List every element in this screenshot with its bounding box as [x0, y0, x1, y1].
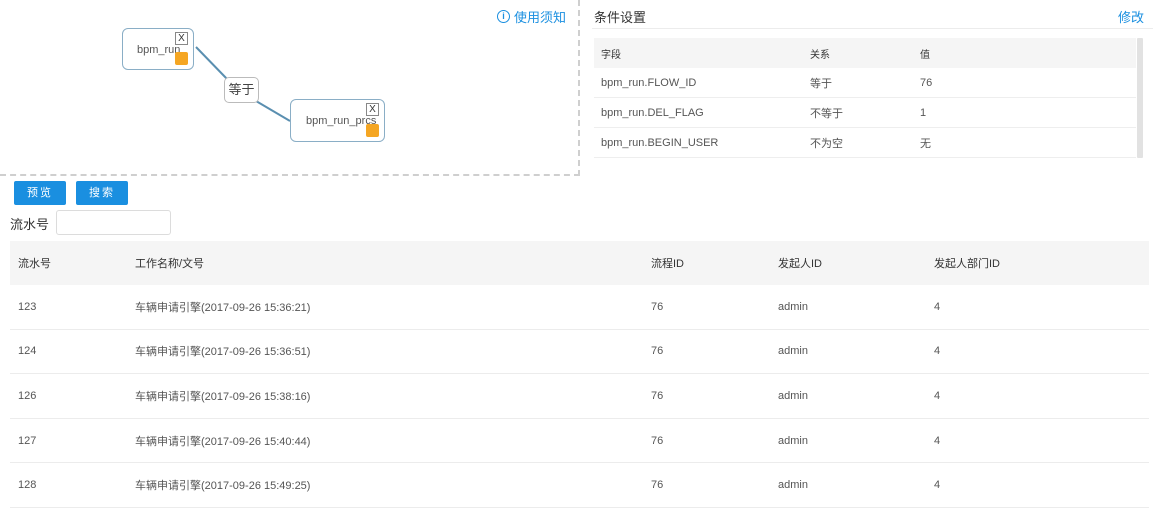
serial-number-input[interactable]: [56, 210, 171, 235]
serial-number-label: 流水号: [10, 217, 50, 232]
column-header: 工作名称/文号: [135, 258, 205, 270]
condition-field: bpm_run.DEL_FLAG: [601, 106, 704, 119]
usage-guide-link[interactable]: i 使用须知: [496, 7, 566, 26]
flow-id-cell: 76: [651, 389, 664, 402]
results-table-header: 流水号 工作名称/文号 流程ID 发起人ID 发起人部门ID: [10, 241, 1149, 285]
join-connector-line: [195, 46, 291, 122]
edit-conditions-link[interactable]: 修改: [1118, 7, 1144, 26]
column-header: 字段: [601, 49, 621, 61]
initiator-id-cell: admin: [778, 434, 808, 447]
condition-relation: 等于: [810, 77, 832, 90]
flow-id-cell: 76: [651, 479, 664, 492]
close-icon[interactable]: X: [175, 32, 188, 45]
condition-value: 1: [920, 106, 927, 119]
info-icon: i: [496, 10, 510, 23]
serial-number-cell: 127: [18, 434, 37, 447]
condition-row: bpm_run.DEL_FLAG 不等于 1: [594, 98, 1136, 128]
flow-id-cell: 76: [651, 300, 664, 313]
work-name-cell: 车辆申请引擎(2017-09-26 15:36:51): [135, 346, 311, 359]
column-header: 发起人ID: [778, 258, 822, 270]
initiator-dept-cell: 4: [934, 300, 941, 313]
initiator-dept-cell: 4: [934, 434, 941, 447]
flow-id-cell: 76: [651, 434, 664, 447]
table-node-bpm-run-prcs[interactable]: bpm_run_prcs X: [290, 99, 385, 142]
initiator-id-cell: admin: [778, 389, 808, 402]
usage-guide-label: 使用须知: [513, 10, 566, 25]
condition-value: 76: [920, 76, 933, 89]
join-condition-label[interactable]: 等于: [224, 77, 259, 103]
work-name-cell: 车辆申请引擎(2017-09-26 15:38:16): [135, 390, 311, 403]
work-name-cell: 车辆申请引擎(2017-09-26 15:49:25): [135, 480, 311, 493]
condition-field: bpm_run.FLOW_ID: [601, 76, 697, 89]
connect-handle-icon[interactable]: [175, 52, 188, 65]
serial-number-cell: 126: [18, 389, 37, 402]
table-node-label: bpm_run: [137, 44, 181, 56]
column-header: 发起人部门ID: [934, 258, 1000, 270]
condition-table-header: 字段 关系 值: [594, 38, 1136, 68]
condition-value: 无: [920, 137, 931, 150]
table-node-bpm-run[interactable]: bpm_run X: [122, 28, 194, 70]
serial-number-cell: 128: [18, 479, 37, 492]
initiator-dept-cell: 4: [934, 345, 941, 358]
search-button[interactable]: 搜索: [76, 181, 128, 205]
serial-number-cell: 123: [18, 300, 37, 313]
table-row[interactable]: 126 车辆申请引擎(2017-09-26 15:38:16) 76 admin…: [10, 374, 1149, 419]
condition-field: bpm_run.BEGIN_USER: [601, 136, 719, 149]
condition-row: bpm_run.BEGIN_USER 不为空 无: [594, 128, 1136, 158]
column-header: 流水号: [18, 258, 51, 270]
condition-relation: 不为空: [810, 137, 843, 150]
initiator-id-cell: admin: [778, 300, 808, 313]
flow-id-cell: 76: [651, 345, 664, 358]
condition-settings-panel: 条件设置 修改 字段 关系 值 bpm_run.FLOW_ID 等于 76 bp…: [592, 0, 1153, 176]
results-table: 流水号 工作名称/文号 流程ID 发起人ID 发起人部门ID 123 车辆申请引…: [10, 241, 1149, 508]
table-row[interactable]: 127 车辆申请引擎(2017-09-26 15:40:44) 76 admin…: [10, 419, 1149, 464]
serial-number-cell: 124: [18, 345, 37, 358]
condition-table-scrollbar[interactable]: [1137, 38, 1143, 158]
column-header: 流程ID: [651, 258, 684, 270]
initiator-dept-cell: 4: [934, 389, 941, 402]
table-row[interactable]: 123 车辆申请引擎(2017-09-26 15:36:21) 76 admin…: [10, 285, 1149, 330]
condition-relation: 不等于: [810, 107, 843, 120]
column-header: 值: [920, 49, 930, 61]
condition-settings-title: 条件设置: [594, 10, 647, 25]
preview-button[interactable]: 预览: [14, 181, 66, 205]
initiator-id-cell: admin: [778, 479, 808, 492]
table-row[interactable]: 124 车辆申请引擎(2017-09-26 15:36:51) 76 admin…: [10, 330, 1149, 375]
connect-handle-icon[interactable]: [366, 124, 379, 137]
initiator-id-cell: admin: [778, 345, 808, 358]
work-name-cell: 车辆申请引擎(2017-09-26 15:40:44): [135, 435, 311, 448]
table-row[interactable]: 128 车辆申请引擎(2017-09-26 15:49:25) 76 admin…: [10, 463, 1149, 508]
column-header: 关系: [810, 49, 830, 61]
initiator-dept-cell: 4: [934, 479, 941, 492]
condition-table: 字段 关系 值 bpm_run.FLOW_ID 等于 76 bpm_run.DE…: [594, 38, 1136, 158]
join-diagram-canvas[interactable]: i 使用须知 bpm_run X 等于 bpm_run_prcs X: [0, 0, 580, 176]
close-icon[interactable]: X: [366, 103, 379, 116]
divider: [592, 28, 1153, 29]
condition-row: bpm_run.FLOW_ID 等于 76: [594, 68, 1136, 98]
work-name-cell: 车辆申请引擎(2017-09-26 15:36:21): [135, 301, 311, 314]
